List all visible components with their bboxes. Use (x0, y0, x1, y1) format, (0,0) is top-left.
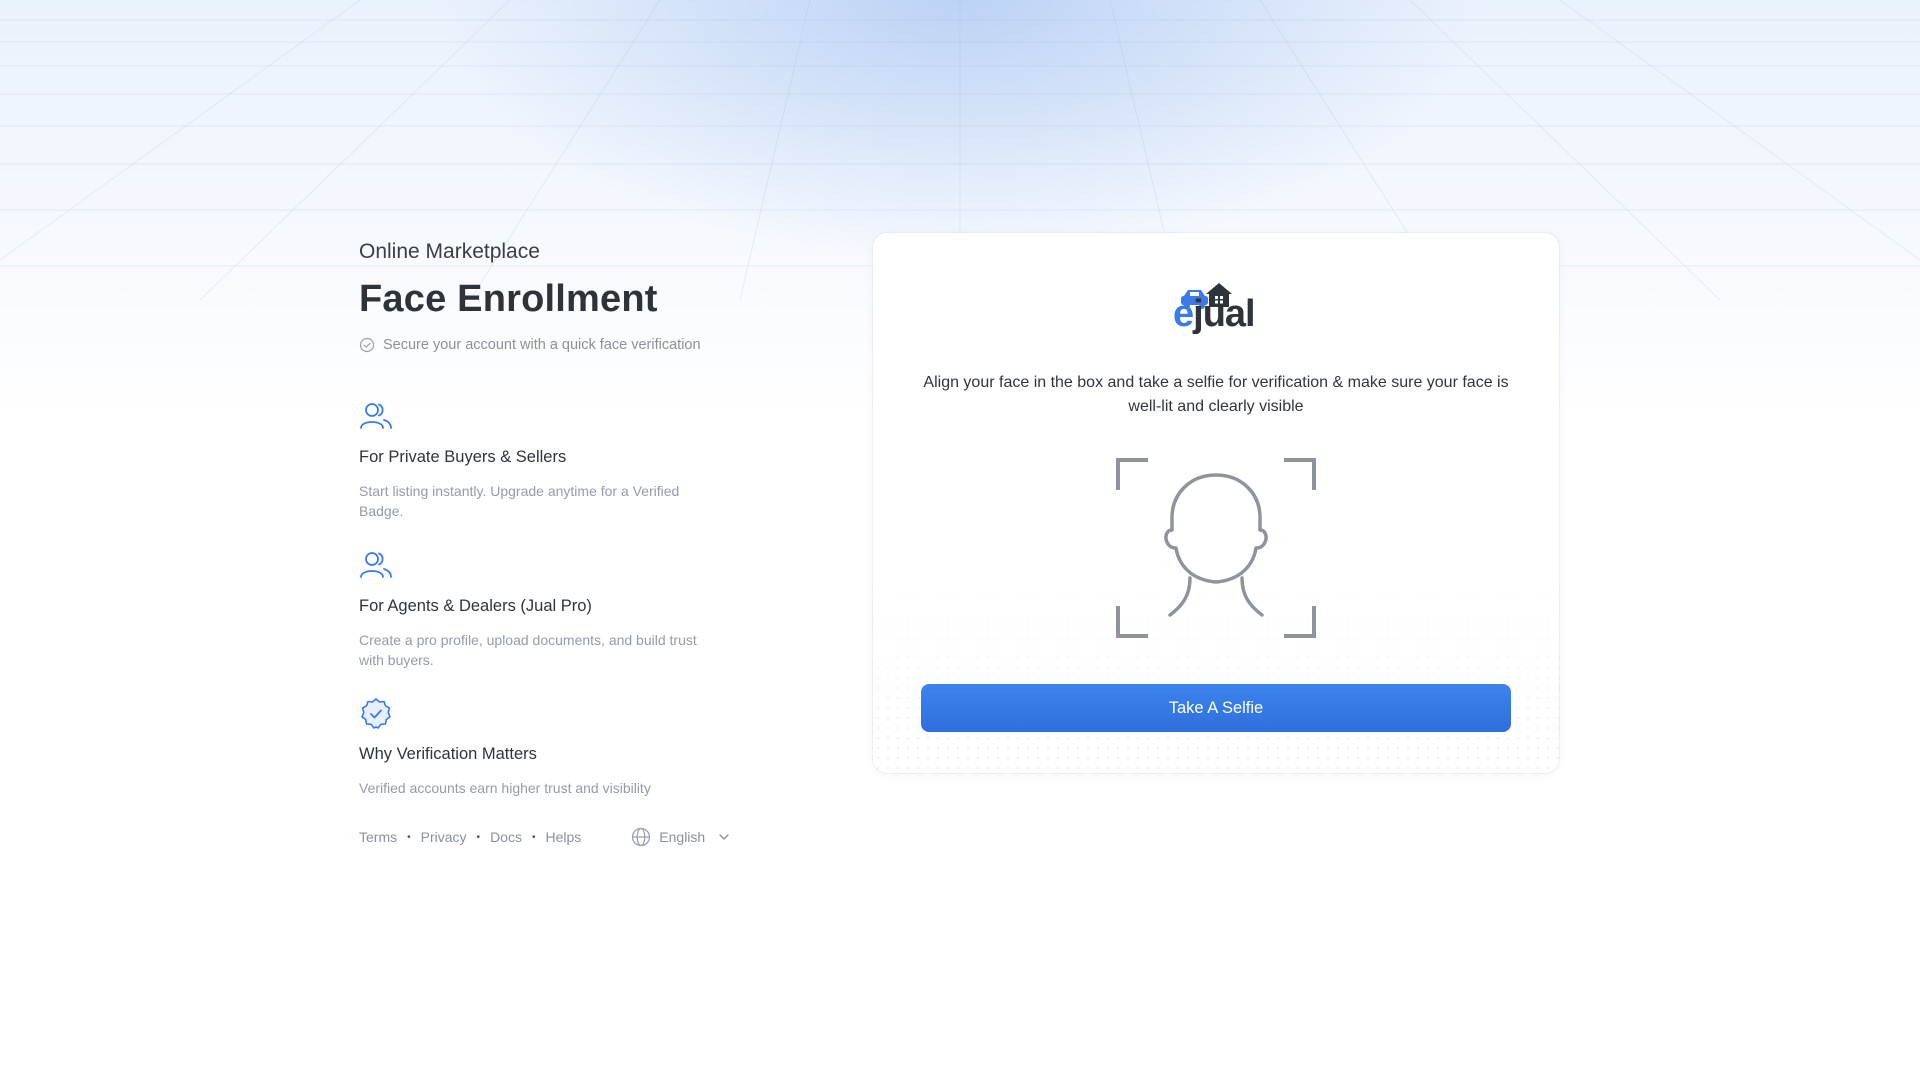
footer: Terms • Privacy • Docs • Helps English (359, 827, 739, 847)
verified-badge-icon (361, 698, 391, 729)
take-selfie-button[interactable]: Take A Selfie (921, 684, 1511, 732)
feature-title: Why Verification Matters (359, 745, 537, 763)
globe-icon (632, 827, 651, 847)
footer-link-privacy[interactable]: Privacy (421, 829, 467, 845)
separator-dot: • (531, 831, 536, 843)
secure-note: Secure your account with a quick face ve… (359, 337, 739, 353)
logo-wordmark: ejual (1173, 293, 1256, 335)
feature-why-verification: Why Verification Matters Verified accoun… (359, 697, 719, 798)
enrollment-card: ejual Align your face in the box and tak… (873, 233, 1559, 773)
intro-section: Online Marketplace Face Enrollment Secur… (359, 240, 739, 353)
feature-description: Start listing instantly. Upgrade anytime… (359, 483, 680, 519)
language-selector[interactable]: English (631, 827, 739, 847)
users-icon (360, 552, 392, 578)
feature-private-buyers: For Private Buyers & Sellers Start listi… (359, 400, 719, 521)
separator-dot: • (476, 831, 481, 843)
feature-title: For Agents & Dealers (Jual Pro) (359, 597, 592, 615)
face-frame-icon (1116, 458, 1316, 638)
footer-link-terms[interactable]: Terms (359, 829, 397, 845)
feature-description: Verified accounts earn higher trust and … (359, 780, 651, 796)
chevron-down-icon (719, 834, 729, 840)
users-icon (360, 403, 392, 429)
logo-wordmark-e: e (1173, 293, 1194, 335)
check-circle-icon (359, 337, 375, 353)
page-title: Face Enrollment (359, 278, 658, 320)
footer-link-docs[interactable]: Docs (490, 829, 522, 845)
selfie-instruction: Align your face in the box and take a se… (923, 374, 1509, 415)
feature-title: For Private Buyers & Sellers (359, 448, 567, 466)
footer-link-helps[interactable]: Helps (545, 829, 581, 845)
feature-description: Create a pro profile, upload documents, … (359, 632, 697, 668)
logo-wordmark-rest: jual (1193, 293, 1255, 335)
language-label: English (659, 829, 706, 845)
feature-agents-dealers: For Agents & Dealers (Jual Pro) Create a… (359, 549, 719, 670)
eyebrow-text: Online Marketplace (359, 240, 540, 263)
secure-note-text: Secure your account with a quick face ve… (383, 337, 701, 353)
separator-dot: • (407, 831, 411, 843)
